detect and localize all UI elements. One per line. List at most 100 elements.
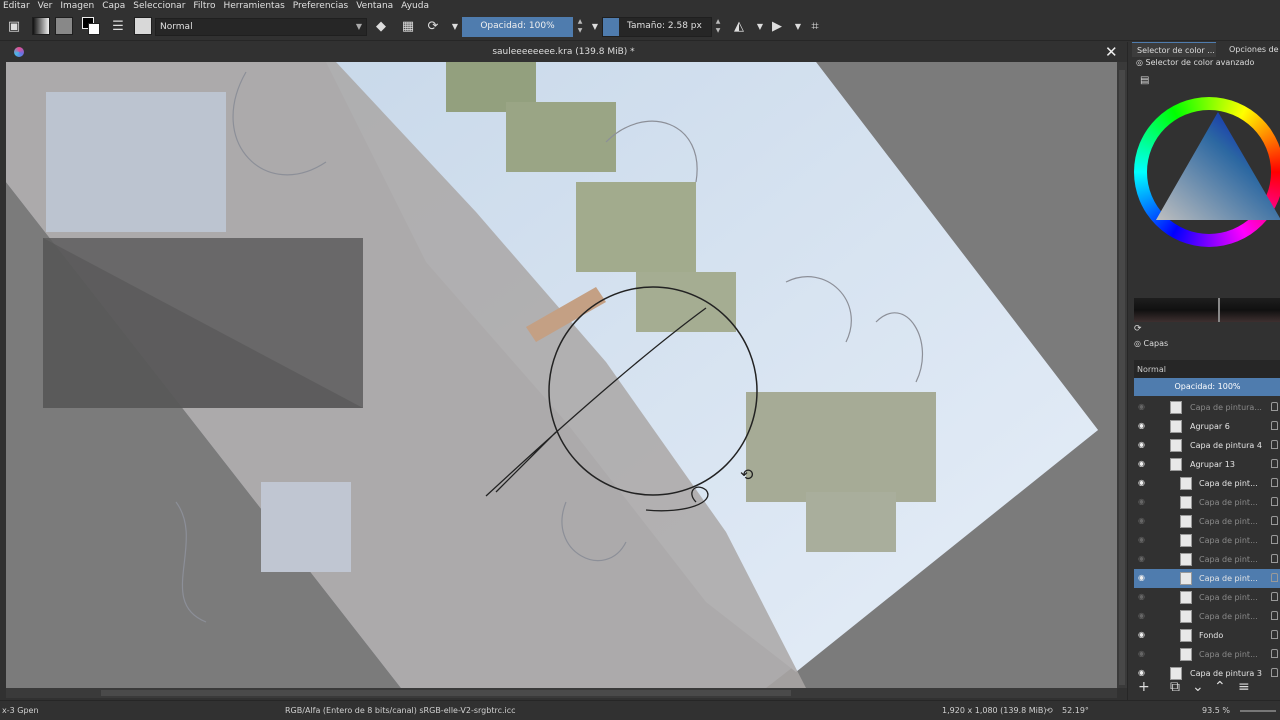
blend-mode-value: Normal — [160, 22, 193, 32]
menu-item[interactable]: Imagen — [57, 0, 99, 14]
brush-icon[interactable] — [134, 17, 152, 35]
pattern-icon[interactable] — [55, 17, 73, 35]
layer-row[interactable]: ◉ Agrupar 6 — [1134, 417, 1280, 436]
opacity-stepper[interactable]: ▲ ▼ — [575, 17, 585, 37]
eye-icon[interactable]: ◉ — [1138, 478, 1145, 487]
eye-icon[interactable]: ◉ — [1138, 630, 1145, 639]
document-tab[interactable]: sauleeeeeeee.kra (139.8 MiB) * ✕ — [0, 42, 1127, 62]
layer-blend-select[interactable]: Normal — [1134, 360, 1280, 378]
eye-icon[interactable]: ◉ — [1138, 592, 1145, 601]
lock-icon[interactable] — [1271, 459, 1278, 468]
eye-icon[interactable]: ◉ — [1138, 554, 1145, 563]
menu-item[interactable]: Herramientas — [220, 0, 289, 14]
save-icon[interactable]: ▣ — [6, 19, 22, 35]
lock-icon[interactable] — [1271, 630, 1278, 639]
lock-icon[interactable] — [1271, 440, 1278, 449]
lock-icon[interactable] — [1271, 478, 1278, 487]
layer-row[interactable]: ◉ Capa de pint... — [1134, 645, 1280, 664]
scroll-thumb[interactable] — [1119, 70, 1125, 685]
zoom-slider[interactable] — [1240, 710, 1276, 712]
layer-row[interactable]: ◉ Capa de pint... — [1134, 569, 1280, 588]
layer-row[interactable]: ◉ Capa de pint... — [1134, 531, 1280, 550]
rotate-icon[interactable]: ⟲ — [1046, 706, 1053, 715]
mirror-icon[interactable]: ◭ — [731, 19, 747, 35]
wrap-icon[interactable]: ▶ — [769, 19, 785, 35]
eraser-icon[interactable]: ◆ — [373, 19, 389, 35]
eye-icon[interactable]: ◉ — [1138, 497, 1145, 506]
layer-row[interactable]: ◉ Capa de pint... — [1134, 512, 1280, 531]
menu-item[interactable]: Editar — [0, 0, 35, 14]
tab-color-selector[interactable]: Selector de color ... — [1132, 42, 1216, 57]
lock-icon[interactable] — [1271, 516, 1278, 525]
panel-icon: ◎ — [1134, 339, 1141, 348]
blend-mode-select[interactable]: Normal ▼ — [155, 18, 367, 36]
layer-name: Capa de pint... — [1199, 498, 1258, 507]
chevron-down-icon[interactable]: ▼ — [587, 19, 603, 35]
layer-row[interactable]: ◉ Capa de pint... — [1134, 588, 1280, 607]
move-up-icon[interactable]: ⌃ — [1214, 679, 1226, 695]
refresh-icon[interactable]: ⟳ — [1134, 324, 1142, 334]
lock-icon[interactable] — [1271, 421, 1278, 430]
lock-icon[interactable] — [1271, 497, 1278, 506]
lock-icon[interactable] — [1271, 573, 1278, 582]
layer-row[interactable]: ◉ Agrupar 13 — [1134, 455, 1280, 474]
duplicate-layer-icon[interactable]: ⧉ — [1170, 679, 1180, 695]
layer-row[interactable]: ◉ Fondo — [1134, 626, 1280, 645]
eye-icon[interactable]: ◉ — [1138, 649, 1145, 658]
layer-opacity-slider[interactable]: Opacidad: 100% — [1134, 378, 1280, 396]
reload-icon[interactable]: ⟳ — [425, 19, 441, 35]
add-layer-icon[interactable]: + — [1138, 679, 1150, 695]
settings-icon[interactable]: ▤ — [1140, 75, 1149, 86]
vertical-scrollbar[interactable] — [1117, 62, 1127, 688]
eye-icon[interactable]: ◉ — [1138, 440, 1145, 449]
layer-row[interactable]: ◉ Capa de pintura... — [1134, 398, 1280, 417]
layer-footer: + ⧉ ⌄ ⌃ ≡ — [1134, 676, 1280, 698]
lock-icon[interactable] — [1271, 611, 1278, 620]
lock-icon[interactable] — [1271, 402, 1278, 411]
scroll-thumb[interactable] — [101, 690, 791, 696]
horizontal-scrollbar[interactable] — [6, 688, 1117, 698]
color-triangle[interactable] — [1156, 112, 1280, 222]
layer-options-icon[interactable]: ≡ — [1238, 679, 1250, 695]
lock-icon[interactable] — [1271, 592, 1278, 601]
chevron-down-icon[interactable]: ▼ — [790, 19, 806, 35]
menu-item[interactable]: Ver — [35, 0, 58, 14]
close-icon[interactable]: ✕ — [1105, 43, 1118, 61]
lock-icon[interactable] — [1271, 535, 1278, 544]
chevron-down-icon[interactable]: ▼ — [447, 19, 463, 35]
menu-item[interactable]: Ayuda — [398, 0, 434, 14]
shade-selector[interactable] — [1134, 298, 1280, 322]
chevron-down-icon[interactable]: ▼ — [752, 19, 768, 35]
crop-icon[interactable]: ⌗ — [807, 19, 823, 35]
opacity-slider[interactable]: Opacidad: 100% — [462, 17, 573, 37]
tab-tool-options[interactable]: Opciones de — [1224, 42, 1280, 57]
menu-item[interactable]: Filtro — [190, 0, 220, 14]
eye-icon[interactable]: ◉ — [1138, 573, 1145, 582]
eye-icon[interactable]: ◉ — [1138, 421, 1145, 430]
layer-row[interactable]: ◉ Capa de pint... — [1134, 607, 1280, 626]
lock-icon[interactable] — [1271, 554, 1278, 563]
eye-icon[interactable]: ◉ — [1138, 402, 1145, 411]
canvas[interactable]: ⟲ — [6, 62, 1117, 688]
move-down-icon[interactable]: ⌄ — [1192, 679, 1204, 695]
layer-row[interactable]: ◉ Capa de pint... — [1134, 474, 1280, 493]
eye-icon[interactable]: ◉ — [1138, 459, 1145, 468]
menu-item[interactable]: Ventana — [353, 0, 398, 14]
layer-row[interactable]: ◉ Capa de pintura 4 — [1134, 436, 1280, 455]
brush-presets-icon[interactable]: ☰ — [110, 19, 126, 35]
menu-item[interactable]: Preferencias — [290, 0, 353, 14]
lock-icon[interactable] — [1271, 649, 1278, 658]
layer-row[interactable]: ◉ Capa de pint... — [1134, 550, 1280, 569]
eye-icon[interactable]: ◉ — [1138, 535, 1145, 544]
gradient-icon[interactable] — [32, 17, 50, 35]
eye-icon[interactable]: ◉ — [1138, 611, 1145, 620]
menu-item[interactable]: Seleccionar — [130, 0, 190, 14]
size-slider[interactable]: Tamaño: 2.58 px — [602, 17, 712, 37]
size-stepper[interactable]: ▲ ▼ — [713, 17, 723, 37]
layer-name: Agrupar 13 — [1190, 460, 1235, 469]
menu-item[interactable]: Capa — [99, 0, 130, 14]
layer-row[interactable]: ◉ Capa de pint... — [1134, 493, 1280, 512]
alpha-lock-icon[interactable]: ▦ — [400, 19, 416, 35]
eye-icon[interactable]: ◉ — [1138, 516, 1145, 525]
color-swap-icon[interactable] — [82, 17, 102, 37]
